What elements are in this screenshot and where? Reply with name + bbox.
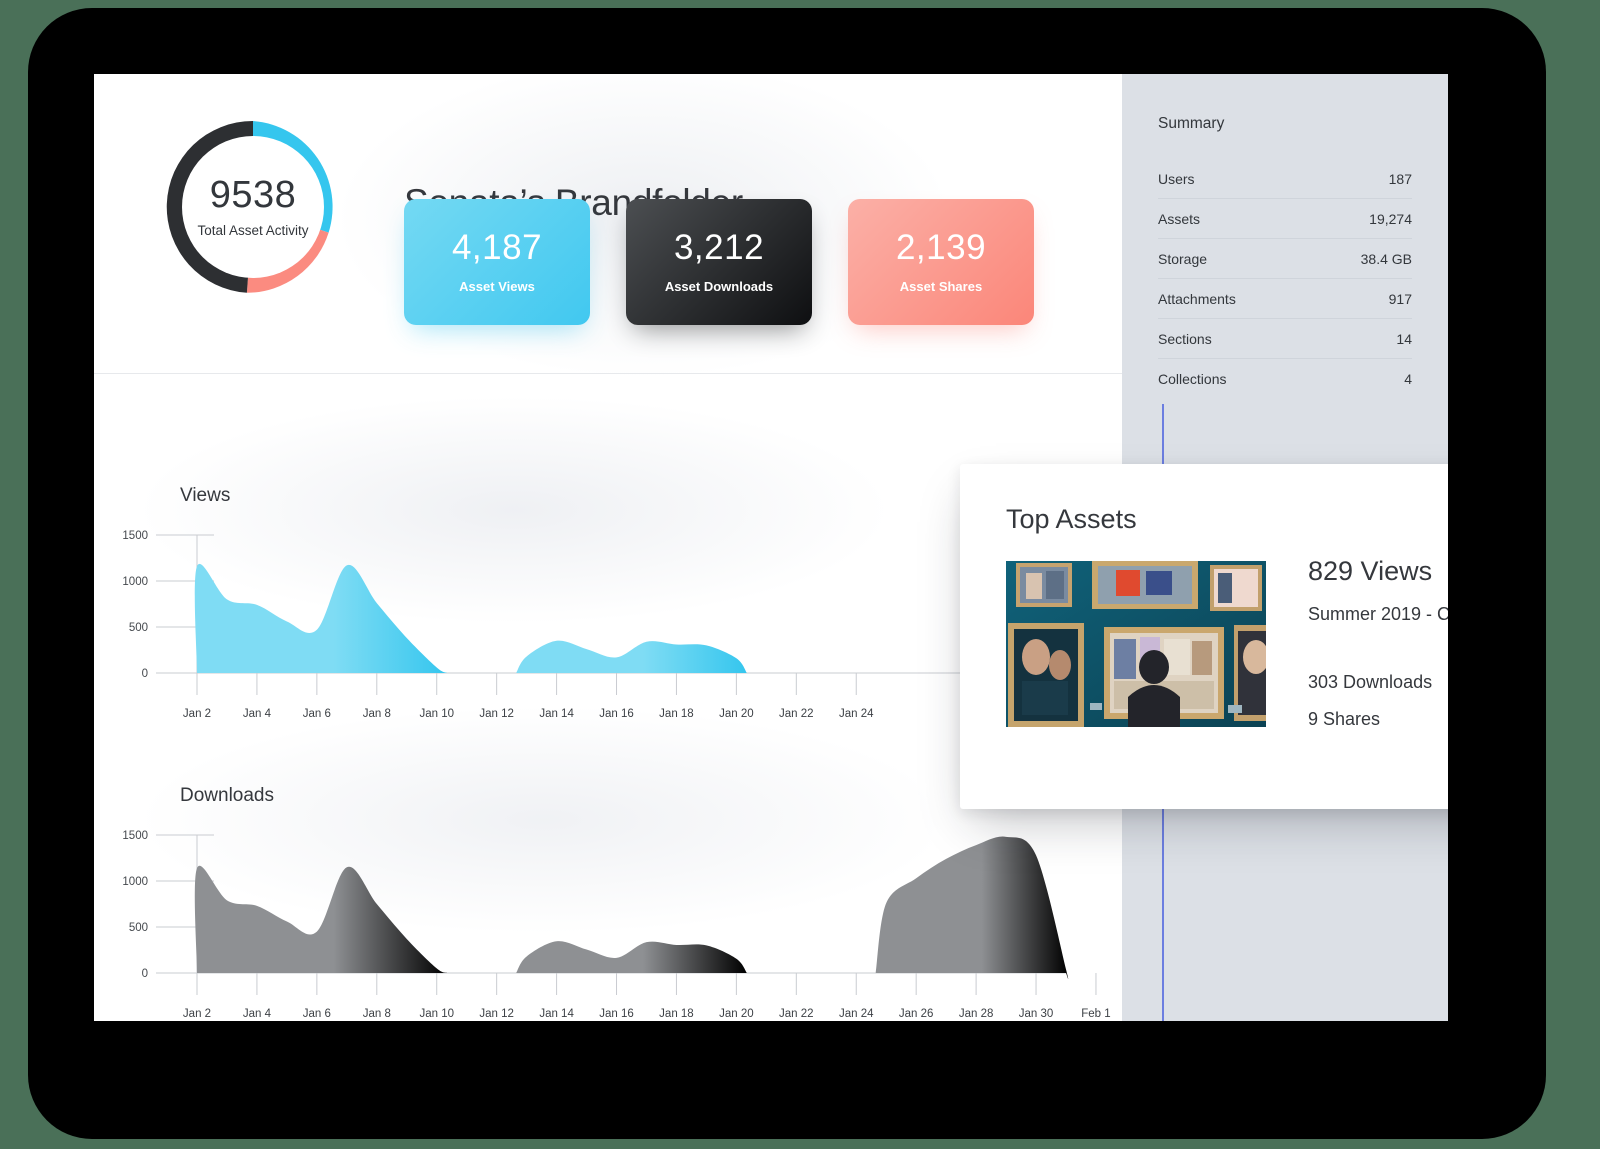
top-asset-thumbnail[interactable] <box>1006 561 1266 727</box>
svg-text:0: 0 <box>142 668 148 680</box>
svg-text:Jan 24: Jan 24 <box>839 1008 874 1020</box>
summary-row-value: 38.4 GB <box>1360 250 1412 267</box>
screenshot-root: 9538 Total Asset Activity Sonata’s Brand… <box>0 0 1600 1149</box>
svg-text:1500: 1500 <box>122 830 148 842</box>
svg-text:Jan 12: Jan 12 <box>479 708 514 720</box>
downloads-chart-title: Downloads <box>180 785 274 806</box>
stat-value: 3,212 <box>673 228 765 267</box>
stat-value: 2,139 <box>895 228 987 267</box>
summary-row: Collections 4 <box>1158 359 1412 399</box>
svg-text:Feb 1: Feb 1 <box>1081 1008 1110 1020</box>
svg-text:Jan 18: Jan 18 <box>659 708 694 720</box>
app-screen: 9538 Total Asset Activity Sonata’s Brand… <box>94 74 1448 1021</box>
svg-text:Jan 4: Jan 4 <box>243 1008 272 1020</box>
summary-row: Assets 19,274 <box>1158 199 1412 239</box>
top-asset-shares: 9 Shares <box>1308 709 1381 729</box>
svg-text:Jan 8: Jan 8 <box>363 708 391 720</box>
svg-text:Jan 30: Jan 30 <box>1019 1008 1054 1020</box>
svg-text:Jan 4: Jan 4 <box>243 708 272 720</box>
top-asset-stats: 829 Views Summer 2019 - Catalogue 303 Do… <box>1308 556 1448 730</box>
stat-value: 4,187 <box>451 228 543 267</box>
svg-text:Jan 28: Jan 28 <box>959 1008 994 1020</box>
donut-total-label: Total Asset Activity <box>197 223 309 238</box>
donut-center-label: 9538 Total Asset Activity <box>160 114 346 300</box>
stat-label: Asset Downloads <box>664 279 774 294</box>
total-activity-donut: 9538 Total Asset Activity <box>160 114 346 300</box>
svg-text:Jan 12: Jan 12 <box>479 1008 514 1020</box>
summary-row: Attachments 917 <box>1158 279 1412 319</box>
top-asset-name: Summer 2019 - Catalogue <box>1308 604 1448 624</box>
top-asset-views: 829 Views <box>1308 556 1433 586</box>
summary-row-value: 187 <box>1388 170 1412 187</box>
gallery-wall-image <box>1006 561 1266 727</box>
summary-row-value: 19,274 <box>1369 210 1412 227</box>
svg-text:500: 500 <box>129 922 148 934</box>
summary-row-label: Attachments <box>1158 290 1236 307</box>
summary-row: Sections 14 <box>1158 319 1412 359</box>
svg-text:1000: 1000 <box>122 576 148 588</box>
svg-text:Jan 2: Jan 2 <box>183 708 211 720</box>
views-chart-title: Views <box>180 485 231 506</box>
dashboard-header: 9538 Total Asset Activity Sonata’s Brand… <box>94 74 1122 384</box>
svg-text:Jan 10: Jan 10 <box>419 708 454 720</box>
stat-label: Asset Shares <box>899 279 983 294</box>
svg-text:Jan 6: Jan 6 <box>303 708 331 720</box>
summary-row-label: Storage <box>1158 250 1208 267</box>
summary-row-value: 4 <box>1404 371 1412 387</box>
svg-text:Jan 18: Jan 18 <box>659 1008 694 1020</box>
svg-text:Jan 16: Jan 16 <box>599 1008 634 1020</box>
summary-row-label: Assets <box>1158 210 1201 227</box>
summary-row: Users 187 <box>1158 159 1412 199</box>
donut-total-value: 9538 <box>209 174 297 216</box>
svg-text:Jan 16: Jan 16 <box>599 708 634 720</box>
downloads-area-chart: 0 500 1000 1500 Jan 2 Jan 4 Jan 6 Jan 8 Jan 10 Ja… <box>122 830 1110 1020</box>
summary-row-value: 917 <box>1388 290 1412 307</box>
svg-text:1500: 1500 <box>122 530 148 542</box>
svg-text:Jan 2: Jan 2 <box>183 1008 211 1020</box>
svg-text:0: 0 <box>142 968 148 980</box>
stat-card-asset-views[interactable]: 4,187 Asset Views <box>404 199 590 325</box>
svg-text:Jan 14: Jan 14 <box>539 708 574 720</box>
stat-card-asset-shares[interactable]: 2,139 Asset Shares <box>848 199 1034 325</box>
summary-list: Users 187 Assets 19,274 Storage 38.4 GB Attach… <box>1158 159 1412 399</box>
svg-text:Jan 6: Jan 6 <box>303 1008 331 1020</box>
summary-row-label: Users <box>1158 170 1195 187</box>
summary-row-value: 14 <box>1396 330 1412 347</box>
svg-text:Jan 10: Jan 10 <box>419 1008 454 1020</box>
svg-text:Jan 22: Jan 22 <box>779 1008 814 1020</box>
stat-card-asset-downloads[interactable]: 3,212 Asset Downloads <box>626 199 812 325</box>
svg-text:Jan 20: Jan 20 <box>719 708 754 720</box>
svg-text:Jan 22: Jan 22 <box>779 708 814 720</box>
top-assets-title: Top Assets <box>1006 504 1137 534</box>
top-asset-downloads: 303 Downloads <box>1308 672 1433 692</box>
svg-text:Jan 8: Jan 8 <box>363 1008 391 1020</box>
summary-row: Storage 38.4 GB <box>1158 239 1412 279</box>
summary-row-label: Sections <box>1158 330 1212 347</box>
stat-card-group: 4,187 Asset Views 3,212 Asset Downloads … <box>404 199 1034 325</box>
summary-title: Summary <box>1158 115 1225 132</box>
svg-text:Jan 24: Jan 24 <box>839 708 874 720</box>
summary-row-label: Collections <box>1158 371 1227 387</box>
svg-text:Jan 14: Jan 14 <box>539 1008 574 1020</box>
top-assets-card[interactable]: Top Assets 829 Views Summer 2019 - C 303… <box>960 464 1448 809</box>
svg-text:Jan 20: Jan 20 <box>719 1008 754 1020</box>
svg-text:500: 500 <box>129 622 148 634</box>
stat-label: Asset Views <box>459 279 535 294</box>
svg-text:1000: 1000 <box>122 876 148 888</box>
svg-text:Jan 26: Jan 26 <box>899 1008 934 1020</box>
